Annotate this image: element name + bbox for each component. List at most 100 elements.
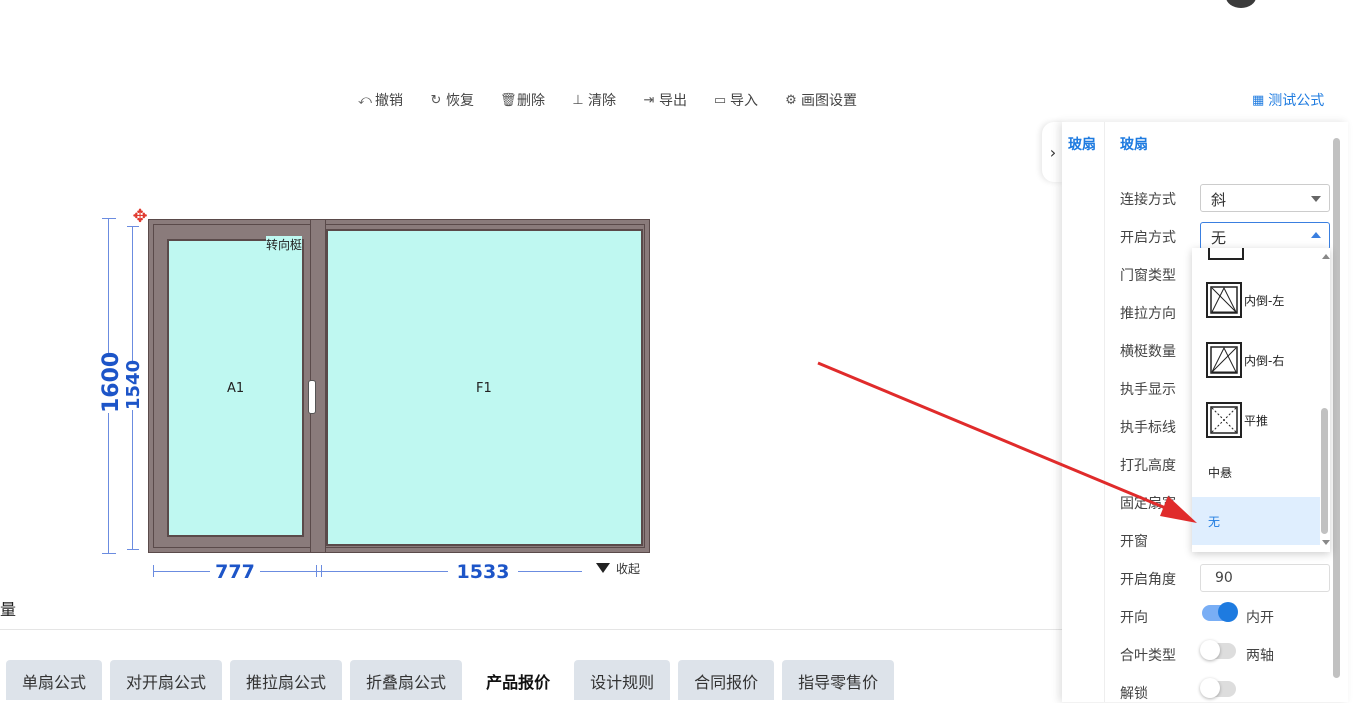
width-right-value[interactable]: 1533 <box>448 561 518 583</box>
tab-2[interactable]: 推拉扇公式 <box>230 660 343 700</box>
settings-label: 画图设置 <box>801 93 857 109</box>
width-left-value[interactable]: 777 <box>210 561 260 583</box>
scroll-up-icon[interactable] <box>1322 254 1330 259</box>
open-window-label: 开窗 <box>1120 534 1148 550</box>
collapse-label: 收起 <box>616 561 641 576</box>
dropdown-option-none[interactable]: 无 <box>1192 497 1320 545</box>
opening-dropdown: 内倒-左 内倒-右 平推 中悬 无 <box>1192 248 1330 552</box>
opening-select[interactable]: 无 <box>1200 222 1330 250</box>
hinge-type-switch-label: 两轴 <box>1246 648 1274 664</box>
scroll-down-icon[interactable] <box>1322 540 1330 545</box>
dropdown-scrollbar[interactable] <box>1321 408 1328 534</box>
opening-label: 开启方式 <box>1120 230 1176 246</box>
connection-label: 连接方式 <box>1120 192 1176 208</box>
section-title: 量 <box>0 600 17 619</box>
drawing-toolbar: ⤺ 撤销 ↻ 恢复 🗑 删除 ⊥ 清除 ⇥ 导出 ▭ 导入 ⚙ 画图设置 <box>358 90 883 110</box>
delete-button[interactable]: 🗑 删除 <box>500 90 545 110</box>
open-angle-input[interactable]: 90 <box>1200 564 1330 592</box>
undo-button[interactable]: ⤺ 撤销 <box>358 90 403 110</box>
import-label: 导入 <box>730 93 758 109</box>
pane-right[interactable]: F1 <box>326 229 643 546</box>
export-label: 导出 <box>659 93 687 109</box>
redo-icon: ↻ <box>430 92 442 108</box>
trash-icon: 🗑 <box>500 92 517 108</box>
connection-select[interactable]: 斜 <box>1200 184 1330 212</box>
hinge-type-label: 合叶类型 <box>1120 648 1176 664</box>
height-dimension-tick-bottom <box>102 553 116 554</box>
parallel-push-icon <box>1206 402 1242 438</box>
import-button[interactable]: ▭ 导入 <box>713 90 758 110</box>
open-angle-label: 开启角度 <box>1120 572 1176 588</box>
dropdown-option-label: 内倒-右 <box>1244 353 1285 368</box>
open-dir-switch[interactable] <box>1202 602 1238 622</box>
side-tab-sash[interactable]: 玻扇 <box>1068 134 1096 154</box>
switch-knob <box>1218 602 1238 622</box>
window-frame[interactable]: A1 F1 转向梃 <box>148 219 650 553</box>
chevron-right-icon: › <box>1049 142 1057 162</box>
dropdown-option-tilt-right[interactable]: 内倒-右 <box>1192 330 1320 390</box>
dropdown-option-label: 无 <box>1208 514 1221 529</box>
door-type-label: 门窗类型 <box>1120 268 1176 284</box>
avatar[interactable] <box>1226 0 1256 8</box>
drawing-settings-button[interactable]: ⚙ 画图设置 <box>784 90 857 110</box>
undo-label: 撤销 <box>375 93 403 109</box>
panel-scrollbar[interactable] <box>1333 138 1340 678</box>
rail-count-label: 横梃数量 <box>1120 344 1176 360</box>
handle-line-label: 执手标线 <box>1120 420 1176 436</box>
gear-icon: ⚙ <box>785 92 797 108</box>
collapse-button[interactable]: 收起 <box>582 553 648 583</box>
move-icon[interactable]: ✥ <box>129 206 151 228</box>
open-dir-switch-label: 内开 <box>1246 610 1274 626</box>
unlock-switch[interactable] <box>1200 678 1236 698</box>
dropdown-option-label: 中悬 <box>1208 465 1233 480</box>
hinge-type-switch[interactable] <box>1200 640 1236 660</box>
dropdown-option-label: 内倒-左 <box>1244 293 1285 308</box>
switch-knob <box>1200 678 1220 698</box>
export-icon: ⇥ <box>643 92 655 108</box>
slide-dir-label: 推拉方向 <box>1120 306 1176 322</box>
tab-7[interactable]: 指导零售价 <box>782 660 895 700</box>
width-dimension-tick-left <box>153 565 154 577</box>
height-dimension-tick-top <box>102 218 116 219</box>
dropdown-option-parallel-push[interactable]: 平推 <box>1192 390 1320 450</box>
opening-value: 无 <box>1211 229 1227 247</box>
tab-6[interactable]: 合同报价 <box>678 660 775 700</box>
panel-toggle-button[interactable]: › <box>1042 122 1064 182</box>
export-button[interactable]: ⇥ 导出 <box>642 90 687 110</box>
pane-left[interactable]: A1 <box>167 239 304 537</box>
calculator-icon: ▦ <box>1252 92 1265 108</box>
redo-button[interactable]: ↻ 恢复 <box>429 90 474 110</box>
partial-option-icon[interactable] <box>1208 248 1244 260</box>
dropdown-option-label: 平推 <box>1244 413 1269 428</box>
mullion-label: 转向梃 <box>266 236 303 253</box>
open-dir-label: 开向 <box>1120 610 1148 626</box>
test-formula-button[interactable]: ▦ 测试公式 <box>1252 90 1324 110</box>
tab-1[interactable]: 对开扇公式 <box>110 660 223 700</box>
window-handle[interactable] <box>308 380 316 414</box>
tab-3[interactable]: 折叠扇公式 <box>350 660 463 700</box>
inner-dimension-tick-bottom <box>127 549 139 550</box>
dropdown-option-center-pivot[interactable]: 中悬 <box>1192 444 1320 500</box>
pane-left-label: A1 <box>227 381 245 396</box>
divider <box>0 629 1062 630</box>
tilt-left-icon <box>1206 282 1242 318</box>
width-dimension-tick-mid2 <box>321 565 322 577</box>
tab-0[interactable]: 单扇公式 <box>6 660 103 700</box>
switch-knob <box>1200 640 1220 660</box>
dropdown-option-tilt-left[interactable]: 内倒-左 <box>1192 270 1320 330</box>
fixed-width-label: 固定扇宽 <box>1120 496 1176 512</box>
height-inner-value[interactable]: 1540 <box>123 360 145 410</box>
clear-label: 清除 <box>588 93 616 109</box>
caret-down-icon <box>1311 196 1321 202</box>
tab-4[interactable]: 产品报价 <box>470 660 567 700</box>
delete-label: 删除 <box>517 93 545 109</box>
clear-button[interactable]: ⊥ 清除 <box>571 90 616 110</box>
formula-tabs: 单扇公式 对开扇公式 推拉扇公式 折叠扇公式 产品报价 设计规则 合同报价 指导零售价 <box>6 660 895 700</box>
tilt-right-icon <box>1206 342 1242 378</box>
triangle-down-icon <box>596 563 610 573</box>
folder-open-icon: ▭ <box>713 92 727 108</box>
handle-show-label: 执手显示 <box>1120 382 1176 398</box>
hole-height-label: 打孔高度 <box>1120 458 1176 474</box>
tab-5[interactable]: 设计规则 <box>574 660 671 700</box>
height-outer-value[interactable]: 1600 <box>99 352 125 413</box>
